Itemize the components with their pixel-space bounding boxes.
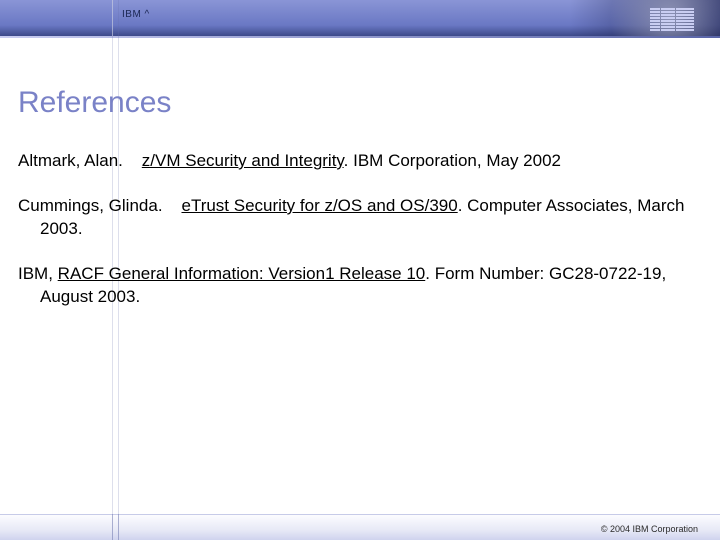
reference-item: IBM, RACF General Information: Version1 … [18, 263, 702, 309]
header-bar: IBM ^ [0, 0, 720, 36]
ref-author: Cummings, Glinda. [18, 196, 163, 215]
ref-title: z/VM Security and Integrity [142, 151, 344, 170]
ref-title: RACF General Information: Version1 Relea… [58, 264, 426, 283]
copyright-text: © 2004 IBM Corporation [601, 524, 698, 534]
slide: IBM ^ References Altmark, Alan. z/VM Sec… [0, 0, 720, 540]
footer-bar: © 2004 IBM Corporation [0, 514, 720, 540]
header-product-label: IBM ^ [122, 9, 150, 20]
footer-divider [118, 514, 119, 540]
body-content: Altmark, Alan. z/VM Security and Integri… [18, 150, 702, 331]
header-underline [0, 36, 720, 38]
footer-divider [112, 514, 113, 540]
ref-title: eTrust Security for z/OS and OS/390 [181, 196, 457, 215]
ibm-logo-icon [650, 8, 694, 31]
reference-item: Altmark, Alan. z/VM Security and Integri… [18, 150, 702, 173]
ref-author: IBM, [18, 264, 58, 283]
ref-author: Altmark, Alan. [18, 151, 123, 170]
reference-item: Cummings, Glinda. eTrust Security for z/… [18, 195, 702, 241]
slide-title: References [18, 86, 171, 120]
ref-rest: . IBM Corporation, May 2002 [344, 151, 561, 170]
